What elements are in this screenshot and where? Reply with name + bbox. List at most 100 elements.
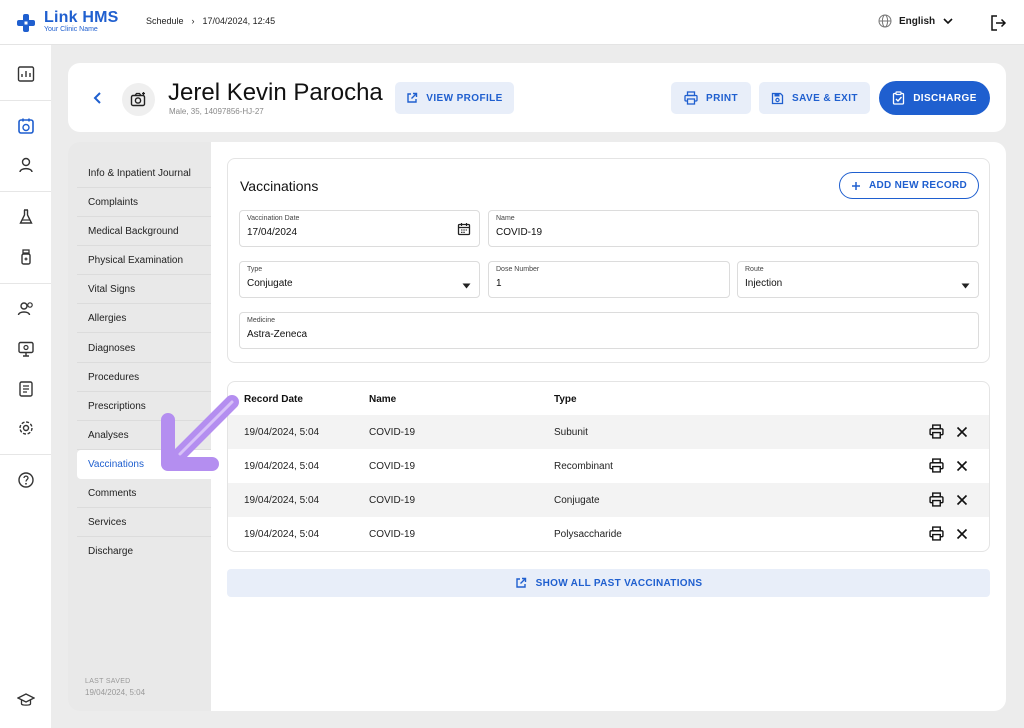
nav-item-procedures[interactable]: Procedures <box>77 363 211 392</box>
settings-gear-icon[interactable] <box>0 408 51 448</box>
nav-item-medical-background[interactable]: Medical Background <box>77 217 211 246</box>
clipboard-check-icon <box>893 91 905 105</box>
help-icon[interactable] <box>0 460 51 500</box>
cell-name: COVID-19 <box>369 529 416 540</box>
view-profile-button[interactable]: VIEW PROFILE <box>395 82 514 114</box>
breadcrumb-schedule[interactable]: Schedule <box>146 16 184 26</box>
printer-icon[interactable] <box>929 492 944 507</box>
patient-meta: Male, 35, 14097856-HJ-27 <box>169 107 264 116</box>
vaccination-form: Vaccinations ADD NEW RECORD Vaccination … <box>227 158 990 363</box>
breadcrumb: Schedule › 17/04/2024, 12:45 <box>146 16 275 26</box>
type-select[interactable]: Type Conjugate <box>239 261 480 298</box>
view-profile-label: VIEW PROFILE <box>426 92 503 104</box>
last-saved-label: LAST SAVED <box>85 678 131 685</box>
cell-type: Recombinant <box>554 461 613 472</box>
medicine-field[interactable]: Medicine Astra-Zeneca <box>239 312 979 349</box>
dose-number-field[interactable]: Dose Number 1 <box>488 261 730 298</box>
close-icon[interactable] <box>956 426 968 438</box>
caret-down-icon <box>961 276 970 294</box>
type-label: Type <box>247 266 263 273</box>
nav-item-services[interactable]: Services <box>77 508 211 537</box>
logout-icon[interactable] <box>989 14 1007 32</box>
add-photo-camera-icon[interactable] <box>122 83 155 116</box>
nav-item-allergies[interactable]: Allergies <box>77 304 211 333</box>
patients-icon[interactable] <box>0 145 51 185</box>
nav-item-discharge[interactable]: Discharge <box>77 537 211 566</box>
vaccine-name-field[interactable]: Name COVID-19 <box>488 210 979 247</box>
lab-flask-icon[interactable] <box>0 197 51 237</box>
cell-record-date: 19/04/2024, 5:04 <box>244 495 320 506</box>
show-all-label: SHOW ALL PAST VACCINATIONS <box>535 577 703 589</box>
route-select[interactable]: Route Injection <box>737 261 979 298</box>
printer-icon[interactable] <box>929 458 944 473</box>
back-arrow-icon[interactable] <box>88 88 108 108</box>
show-all-past-vaccinations-button[interactable]: SHOW ALL PAST VACCINATIONS <box>227 569 990 597</box>
nav-item-physical-examination[interactable]: Physical Examination <box>77 246 211 275</box>
monitor-icon[interactable] <box>0 329 51 369</box>
external-link-icon <box>515 577 526 588</box>
route-value: Injection <box>745 278 783 289</box>
cell-name: COVID-19 <box>369 495 416 506</box>
nav-item-complaints[interactable]: Complaints <box>77 188 211 217</box>
save-floppy-icon <box>771 92 784 104</box>
dashboard-icon[interactable] <box>0 54 51 94</box>
cell-type: Conjugate <box>554 495 600 506</box>
staff-icon[interactable] <box>0 289 51 329</box>
patient-name: Jerel Kevin Parocha <box>168 79 383 106</box>
table-row: 19/04/2024, 5:04 COVID-19 Polysaccharide <box>228 517 989 551</box>
cell-record-date: 19/04/2024, 5:04 <box>244 529 320 540</box>
save-exit-button[interactable]: SAVE & EXIT <box>759 82 870 114</box>
discharge-label: DISCHARGE <box>913 92 977 104</box>
type-value: Conjugate <box>247 278 293 289</box>
add-new-record-button[interactable]: ADD NEW RECORD <box>839 172 979 199</box>
breadcrumb-datetime: 17/04/2024, 12:45 <box>202 16 276 26</box>
last-saved-value: 19/04/2024, 5:04 <box>85 688 146 697</box>
annotation-arrow-icon <box>161 395 239 471</box>
nav-item-diagnoses[interactable]: Diagnoses <box>77 334 211 363</box>
close-icon[interactable] <box>956 528 968 540</box>
cell-type: Subunit <box>554 427 588 438</box>
discharge-button[interactable]: DISCHARGE <box>879 81 990 115</box>
column-header-name: Name <box>369 394 397 405</box>
section-title: Vaccinations <box>240 178 319 194</box>
language-selector[interactable]: English <box>878 14 954 28</box>
top-bar: Link HMS Your Clinic Name Schedule › 17/… <box>0 0 1024 45</box>
app-logo[interactable]: Link HMS Your Clinic Name <box>16 9 119 34</box>
route-label: Route <box>745 266 764 273</box>
print-button[interactable]: PRINT <box>671 82 751 114</box>
nav-item-info-journal[interactable]: Info & Inpatient Journal <box>77 159 211 188</box>
table-row: 19/04/2024, 5:04 COVID-19 Recombinant <box>228 449 989 483</box>
save-exit-label: SAVE & EXIT <box>792 92 858 104</box>
app-name: Link HMS <box>44 9 119 26</box>
table-row: 19/04/2024, 5:04 COVID-19 Conjugate <box>228 483 989 517</box>
app-subtitle: Your Clinic Name <box>44 26 98 33</box>
close-icon[interactable] <box>956 460 968 472</box>
cell-name: COVID-19 <box>369 461 416 472</box>
vaccination-date-field[interactable]: Vaccination Date 17/04/2024 <box>239 210 480 247</box>
nav-item-comments[interactable]: Comments <box>77 479 211 508</box>
printer-icon[interactable] <box>929 424 944 439</box>
patient-header: Jerel Kevin Parocha Male, 35, 14097856-H… <box>68 63 1006 132</box>
dose-number-value: 1 <box>496 278 502 289</box>
medicine-value: Astra-Zeneca <box>247 329 308 340</box>
reports-icon[interactable] <box>0 369 51 409</box>
table-row: 19/04/2024, 5:04 COVID-19 Subunit <box>228 415 989 449</box>
calendar-icon[interactable] <box>457 222 471 241</box>
medicine-label: Medicine <box>247 317 276 324</box>
vaccine-name-value: COVID-19 <box>496 227 543 238</box>
cell-type: Polysaccharide <box>554 529 622 540</box>
pharmacy-bottle-icon[interactable] <box>0 237 51 277</box>
printer-icon <box>684 91 698 105</box>
close-icon[interactable] <box>956 494 968 506</box>
printer-icon[interactable] <box>929 526 944 541</box>
education-cap-icon[interactable] <box>0 680 51 720</box>
cell-name: COVID-19 <box>369 427 416 438</box>
nav-item-vital-signs[interactable]: Vital Signs <box>77 275 211 304</box>
schedule-icon[interactable] <box>0 106 51 146</box>
column-header-record-date: Record Date <box>244 394 303 405</box>
add-new-record-label: ADD NEW RECORD <box>868 180 968 191</box>
vaccination-records-table: Record Date Name Type 19/04/2024, 5:04 C… <box>227 381 990 552</box>
icon-rail <box>0 45 51 728</box>
dose-number-label: Dose Number <box>496 266 540 273</box>
cell-record-date: 19/04/2024, 5:04 <box>244 427 320 438</box>
